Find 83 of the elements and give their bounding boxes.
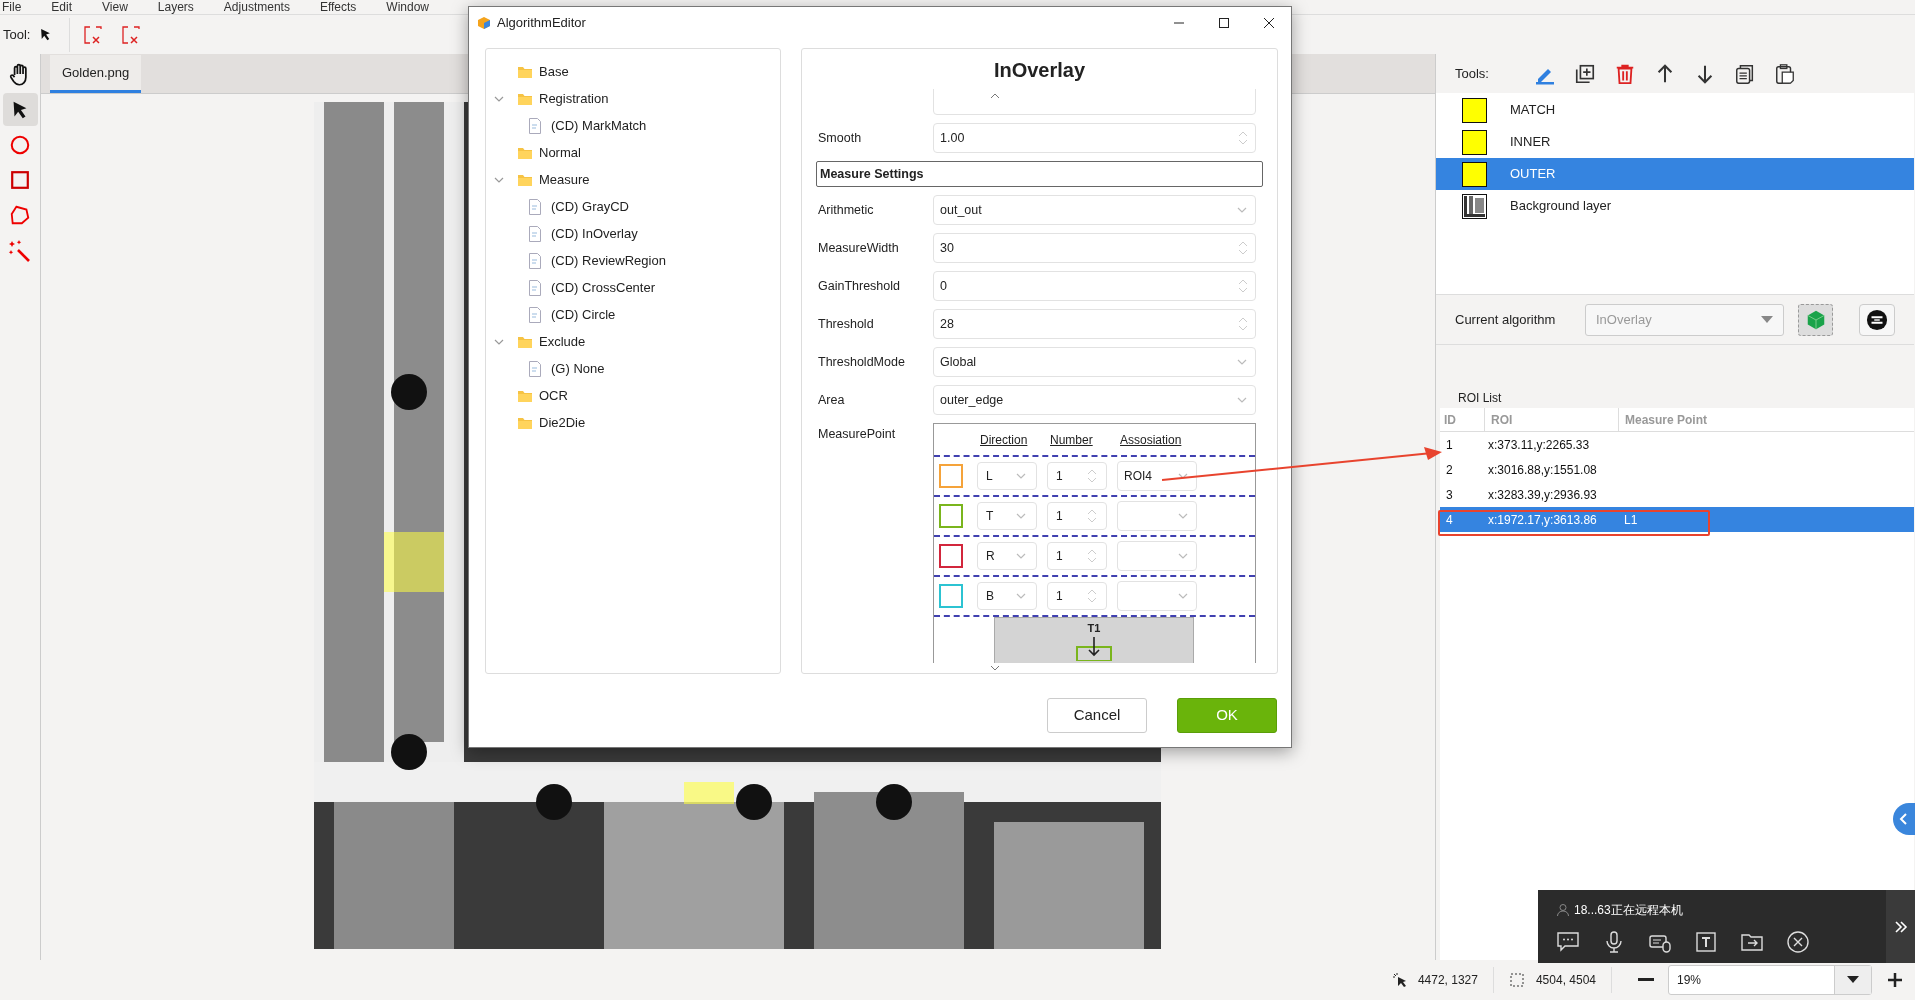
dropdown[interactable]: outer_edge [933,385,1256,415]
menu-item[interactable]: Window [386,0,430,14]
menu-item[interactable]: Edit [51,0,73,14]
tree-item[interactable]: (CD) InOverlay [551,223,638,244]
menu-item[interactable]: Effects [319,0,357,14]
table-cell-text: x:373.11,y:2265.33 [1487,436,1591,454]
dropdown[interactable]: Global [933,347,1256,377]
spin-box[interactable]: 30 [933,233,1256,263]
tree-item[interactable]: Exclude [539,331,586,352]
tree-item[interactable]: (CD) Circle [551,304,616,325]
field-label: MeasurePoint [817,426,897,443]
panel-title: InOverlay [992,58,1087,83]
tree-item[interactable]: (CD) ReviewRegion [551,250,666,271]
spin-box[interactable]: 28 [933,309,1256,339]
cancel-button[interactable]: Cancel [1047,698,1147,733]
table-cell-text: x:3283.39,y:2936.93 [1487,486,1598,504]
table-cell-text: 2 [1445,461,1454,479]
table-row[interactable]: 1 x:373.11,y:2265.33 [1440,432,1914,457]
tree-item[interactable]: OCR [539,385,568,406]
remote-status: 18...63正在远程本机 [1574,902,1683,919]
spin-box[interactable]: 1 [1047,462,1107,490]
tree-item[interactable]: (G) None [551,358,605,379]
table-cell-text: x:3016.88,y:1551.08 [1487,461,1598,479]
section-header: Measure Settings [816,161,1263,187]
layer-name: OUTER [1510,165,1556,184]
spin-box[interactable]: 1 [1047,542,1107,570]
tool-label: Tool: [3,25,31,44]
current-algorithm-label: Current algorithm [1455,310,1557,329]
column-header[interactable]: Direction [980,430,1050,449]
menu-item[interactable]: Layers [157,0,194,14]
zoom-dropdown[interactable]: 19% [1668,965,1872,995]
dropdown[interactable]: out_out [933,195,1256,225]
field-label: GainThreshold [817,277,901,295]
field-label: Threshold [817,315,875,333]
tree-item[interactable]: (CD) MarkMatch [551,115,647,136]
layer-row[interactable]: MATCH [1436,94,1914,126]
dropdown[interactable]: L [977,462,1037,490]
cursor-position: 4472, 1327 [1417,972,1478,989]
menu-item[interactable]: File [2,0,22,14]
tree-item[interactable]: Measure [539,169,590,190]
field-label: Arithmetic [817,201,875,219]
table-row[interactable]: 3 x:3283.39,y:2936.93 [1440,482,1914,507]
layer-name: INNER [1510,133,1551,152]
column-header[interactable]: Number [1050,430,1120,449]
selection-size: 4504, 4504 [1535,972,1596,989]
field-label: Area [817,391,846,409]
preview-label: T1 [1087,621,1101,636]
tree-item[interactable]: Registration [539,88,609,109]
table-row[interactable]: 4 x:1972.17,y:3613.86 L1 [1440,507,1914,532]
tree-item[interactable]: Base [539,61,569,82]
spin-box[interactable]: 1 [1047,582,1107,610]
field-label: ThresholdMode [817,353,906,371]
tree-item[interactable]: (CD) GrayCD [551,196,629,217]
field-label: MeasureWidth [817,239,900,257]
spin-box[interactable]: 1.00 [933,123,1256,153]
menu-item[interactable]: View [102,0,128,14]
field-label: Smooth [817,129,863,147]
tree-item[interactable]: (CD) CrossCenter [551,277,655,298]
table-cell-text: 1 [1445,436,1454,454]
tools-label: Tools: [1455,64,1490,83]
layer-row[interactable]: INNER [1436,126,1914,158]
menu-item[interactable]: Adjustments [223,0,290,14]
roi-list-title: ROI List [1457,390,1502,407]
layer-row[interactable]: Background layer [1436,190,1914,222]
document-tab[interactable]: Golden.png [50,55,142,93]
dropdown[interactable]: B [977,582,1037,610]
layer-name: MATCH [1510,101,1556,120]
spin-box[interactable]: 1 [1047,502,1107,530]
tree-item[interactable]: Die2Die [539,412,586,433]
tree-item[interactable]: Normal [539,142,581,163]
table-cell-text: 4 [1445,511,1454,529]
layer-row[interactable]: OUTER [1436,158,1914,190]
table-cell-text: 3 [1445,486,1454,504]
column-header[interactable]: Assosiation [1120,430,1182,449]
table-row[interactable]: 2 x:3016.88,y:1551.08 [1440,457,1914,482]
dropdown[interactable]: R [977,542,1037,570]
layer-name: Background layer [1510,197,1612,216]
dropdown[interactable]: ROI4 [1117,461,1197,491]
spin-box[interactable]: 0 [933,271,1256,301]
table-cell-text: x:1972.17,y:3613.86 [1487,511,1598,529]
table-cell-text: L1 [1623,511,1639,529]
window-title: AlgorithmEditor [497,14,587,33]
dropdown[interactable]: T [977,502,1037,530]
